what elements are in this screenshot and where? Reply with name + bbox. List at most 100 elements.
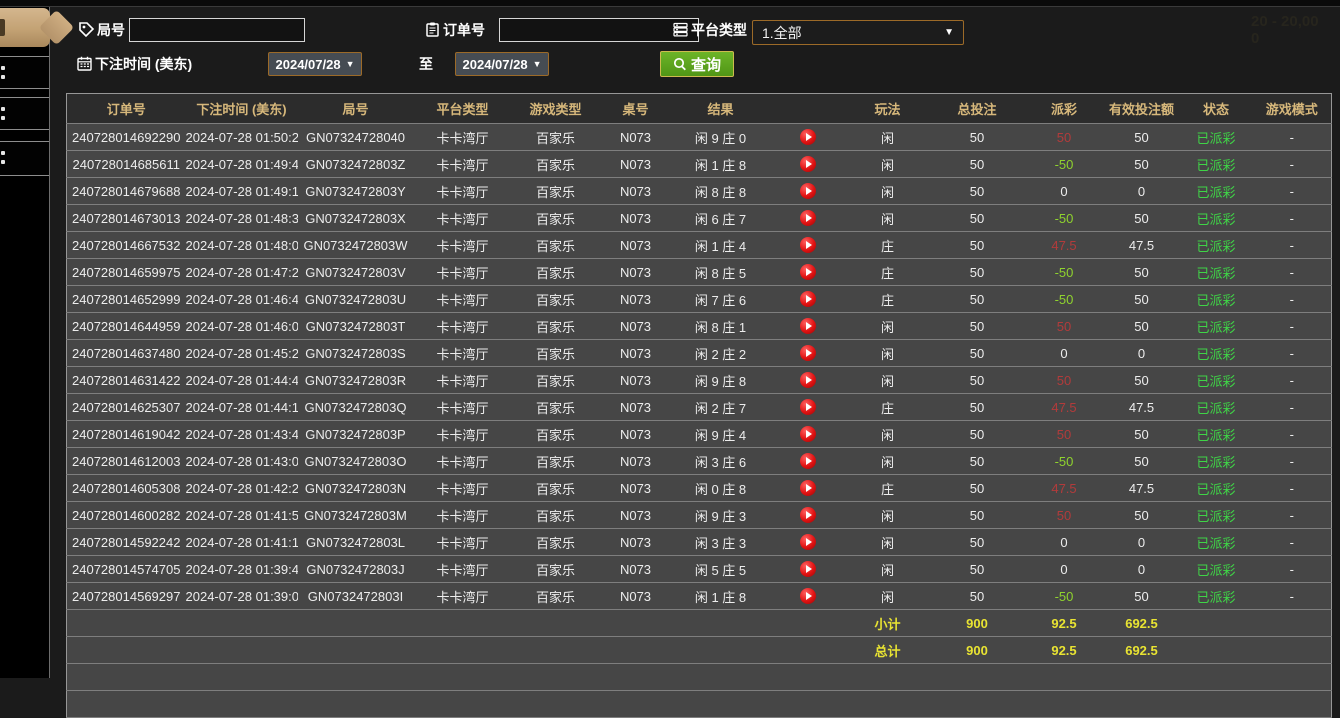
replay-play-icon[interactable] [799,453,816,469]
cell-replay [769,339,846,367]
cell-platform: 卡卡湾厅 [413,393,512,421]
bet-time-label: 下注时间 (美东) [95,56,193,72]
play-triangle-icon [805,214,812,222]
replay-play-icon[interactable] [799,372,816,388]
cell-table_no: N073 [599,474,672,502]
cell-bet_time: 2024-07-28 01:43:03 [185,447,298,475]
cell-game_type: 百家乐 [511,393,600,421]
cell-result: 闲 2 庄 2 [671,339,770,367]
cell-valid_bet: 50 [1103,123,1180,151]
cell-platform: 卡卡湾厅 [413,447,512,475]
replay-play-icon[interactable] [799,534,816,550]
bet-records-table-container[interactable]: 订单号 下注时间 (美东) 局号 平台类型 游戏类型 桌号 结果 玩法 总投注 派彩 有效投注额 状态… [66,93,1333,718]
cell-play: 闲 [845,528,930,556]
cell-result: 闲 5 庄 5 [671,555,770,583]
replay-play-icon[interactable] [799,399,816,415]
cell-play: 闲 [845,501,930,529]
total-empty-cell [297,636,414,664]
cell-round_no: GN0732472803Z [297,150,414,178]
cell-table_no: N073 [599,420,672,448]
cell-platform: 卡卡湾厅 [413,555,512,583]
cell-game_type: 百家乐 [511,447,600,475]
cell-result: 闲 0 庄 8 [671,474,770,502]
cell-order_no: 240728014685611 [66,150,186,178]
column-header-status: 状态 [1179,93,1253,124]
cell-table_no: N073 [599,150,672,178]
cell-order_no: 240728014667532 [66,231,186,259]
empty-cell [66,690,1332,718]
cell-mode: - [1252,555,1332,583]
cell-total_bet: 50 [929,447,1025,475]
platform-type-select[interactable]: 1.全部 ▼ [752,20,964,45]
cell-round_no: GN0732472803M [297,501,414,529]
cell-platform: 卡卡湾厅 [413,501,512,529]
cell-round_no: GN0732472803O [297,447,414,475]
sidebar-tab-active[interactable] [0,8,50,47]
cell-mode: - [1252,231,1332,259]
top-border-strip [0,0,1340,7]
column-header-platform: 平台类型 [413,93,512,124]
cell-payout: 0 [1024,555,1104,583]
cell-table_no: N073 [599,258,672,286]
replay-play-icon[interactable] [799,129,816,145]
cell-platform: 卡卡湾厅 [413,582,512,610]
replay-play-icon[interactable] [799,588,816,604]
cell-total_bet: 50 [929,582,1025,610]
cell-game_type: 百家乐 [511,231,600,259]
replay-play-icon[interactable] [799,237,816,253]
replay-play-icon[interactable] [799,426,816,442]
replay-play-icon[interactable] [799,156,816,172]
order-no-input[interactable] [499,18,699,42]
cell-game_type: 百家乐 [511,366,600,394]
replay-play-icon[interactable] [799,480,816,496]
replay-play-icon[interactable] [799,264,816,280]
cell-replay [769,150,846,178]
cell-status: 已派彩 [1179,177,1253,205]
cell-play: 庄 [845,231,930,259]
play-triangle-icon [805,592,812,600]
replay-play-icon[interactable] [799,345,816,361]
empty-row [66,663,1332,691]
sidebar-tab-1[interactable] [0,56,49,89]
cell-status: 已派彩 [1179,447,1253,475]
subtotal-empty-cell [1179,609,1253,637]
subtotal-empty-cell [1252,609,1332,637]
sidebar-tab-3[interactable] [0,141,49,176]
query-button[interactable]: 查询 [660,51,734,77]
cell-total_bet: 50 [929,123,1025,151]
cell-status: 已派彩 [1179,231,1253,259]
cell-replay [769,555,846,583]
cell-replay [769,447,846,475]
cell-result: 闲 1 庄 8 [671,582,770,610]
cell-replay [769,177,846,205]
cell-replay [769,420,846,448]
cell-total_bet: 50 [929,285,1025,313]
cell-payout: -50 [1024,204,1104,232]
replay-play-icon[interactable] [799,291,816,307]
cell-replay [769,231,846,259]
replay-play-icon[interactable] [799,318,816,334]
cell-valid_bet: 47.5 [1103,474,1180,502]
replay-play-icon[interactable] [799,507,816,523]
replay-play-icon[interactable] [799,183,816,199]
cell-bet_time: 2024-07-28 01:39:08 [185,582,298,610]
platform-type-selected-value: 1.全部 [762,24,802,41]
cell-valid_bet: 47.5 [1103,231,1180,259]
cell-valid_bet: 50 [1103,447,1180,475]
date-to-picker[interactable]: 2024/07/28 ▼ [455,52,549,76]
tag-icon [78,21,95,38]
cell-status: 已派彩 [1179,420,1253,448]
total-empty-cell [1252,636,1332,664]
cell-total_bet: 50 [929,393,1025,421]
cell-play: 闲 [845,555,930,583]
cell-total_bet: 50 [929,501,1025,529]
column-header-bet_time: 下注时间 (美东) [185,93,298,124]
cell-result: 闲 7 庄 6 [671,285,770,313]
date-from-picker[interactable]: 2024/07/28 ▼ [268,52,362,76]
cell-order_no: 240728014569297 [66,582,186,610]
sidebar-tab-2[interactable] [0,97,49,130]
replay-play-icon[interactable] [799,210,816,226]
round-no-input[interactable] [129,18,305,42]
column-header-play: 玩法 [845,93,930,124]
replay-play-icon[interactable] [799,561,816,577]
